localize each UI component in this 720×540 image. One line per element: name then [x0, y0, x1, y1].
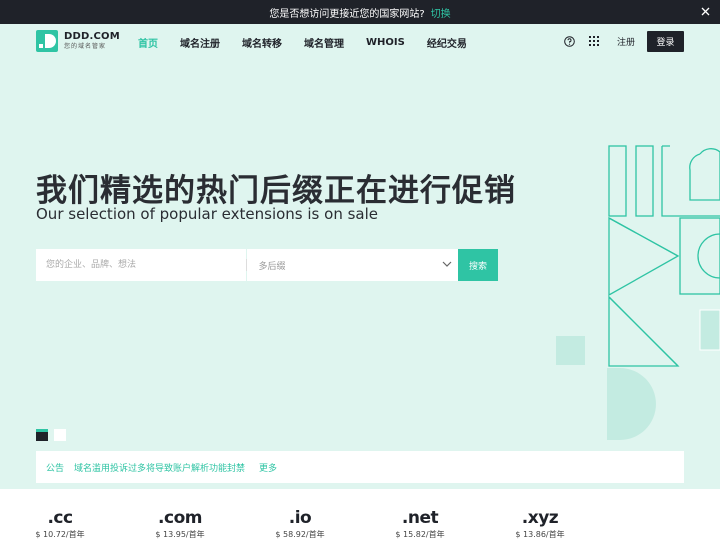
nav-home[interactable]: 首页 — [138, 35, 158, 50]
site-header: DDD.COM 您的域名管家 首页 域名注册 域名转移 域名管理 WHOIS 经… — [0, 24, 720, 60]
nav-domain-register[interactable]: 域名注册 — [180, 35, 220, 50]
switch-link[interactable]: 切换 — [431, 5, 451, 20]
hero-subtitle: Our selection of popular extensions is o… — [36, 205, 378, 223]
price-item-cc[interactable]: .cc $ 10.72/首年 — [15, 489, 105, 540]
announcement-message[interactable]: 域名滥用投诉过多将导致账户解析功能封禁 — [74, 461, 245, 474]
price-item-xyz[interactable]: .xyz $ 13.86/首年 — [495, 489, 585, 540]
chevron-down-icon — [442, 260, 452, 270]
price-ext: .io — [288, 508, 312, 528]
grid-icon[interactable] — [587, 34, 601, 48]
nav-brokerage[interactable]: 经纪交易 — [427, 35, 467, 50]
carousel-indicators — [36, 429, 72, 441]
suffix-select[interactable]: 多后缀 — [246, 249, 459, 281]
price-ext: .com — [158, 508, 202, 528]
price-strip: .cc $ 10.72/首年 .com $ 13.95/首年 .io $ 58.… — [0, 489, 720, 540]
hero-title: 我们精选的热门后缀正在进行促销 — [36, 173, 516, 209]
price-item-io[interactable]: .io $ 58.92/首年 — [255, 489, 345, 540]
logo-tagline: 您的域名管家 — [64, 43, 107, 50]
logo-mark-icon — [36, 30, 58, 52]
announcement-bar: 公告 域名滥用投诉过多将导致账户解析功能封禁 更多 — [36, 451, 684, 483]
price-amount: $ 10.72/首年 — [35, 530, 85, 539]
help-icon[interactable] — [563, 34, 577, 48]
price-amount: $ 13.86/首年 — [515, 530, 565, 539]
notice-text: 您是否想访问更接近您的国家网站? — [269, 8, 425, 20]
nav-whois[interactable]: WHOIS — [366, 37, 405, 48]
domain-search: 多后缀 搜索 — [36, 249, 498, 281]
announcement-tag: 公告 — [46, 463, 65, 474]
suffix-placeholder: 多后缀 — [258, 261, 286, 272]
hero-illustration — [556, 145, 720, 440]
logo[interactable]: DDD.COM 您的域名管家 — [36, 30, 120, 52]
country-notice-bar: 您是否想访问更接近您的国家网站? 切换 — [0, 0, 720, 24]
main-nav: 首页 域名注册 域名转移 域名管理 WHOIS 经纪交易 — [138, 24, 489, 60]
nav-domain-transfer[interactable]: 域名转移 — [242, 35, 282, 50]
price-amount: $ 15.82/首年 — [395, 530, 445, 539]
register-link[interactable]: 注册 — [617, 35, 635, 48]
price-item-com[interactable]: .com $ 13.95/首年 — [135, 489, 225, 540]
nav-domain-manage[interactable]: 域名管理 — [304, 35, 344, 50]
price-ext: .net — [401, 508, 439, 528]
price-ext: .xyz — [521, 508, 559, 528]
search-input[interactable] — [36, 249, 246, 281]
price-amount: $ 13.95/首年 — [155, 530, 205, 539]
price-ext: .cc — [47, 508, 73, 528]
price-item-net[interactable]: .net $ 15.82/首年 — [375, 489, 465, 540]
carousel-dot-2[interactable] — [54, 429, 66, 441]
login-button[interactable]: 登录 — [647, 30, 684, 52]
search-button[interactable]: 搜索 — [458, 249, 498, 281]
price-amount: $ 58.92/首年 — [275, 530, 325, 539]
close-icon[interactable] — [698, 4, 712, 18]
carousel-dot-1[interactable] — [36, 429, 48, 441]
logo-name: DDD.COM — [64, 31, 120, 42]
announcement-more-link[interactable]: 更多 — [259, 461, 277, 474]
